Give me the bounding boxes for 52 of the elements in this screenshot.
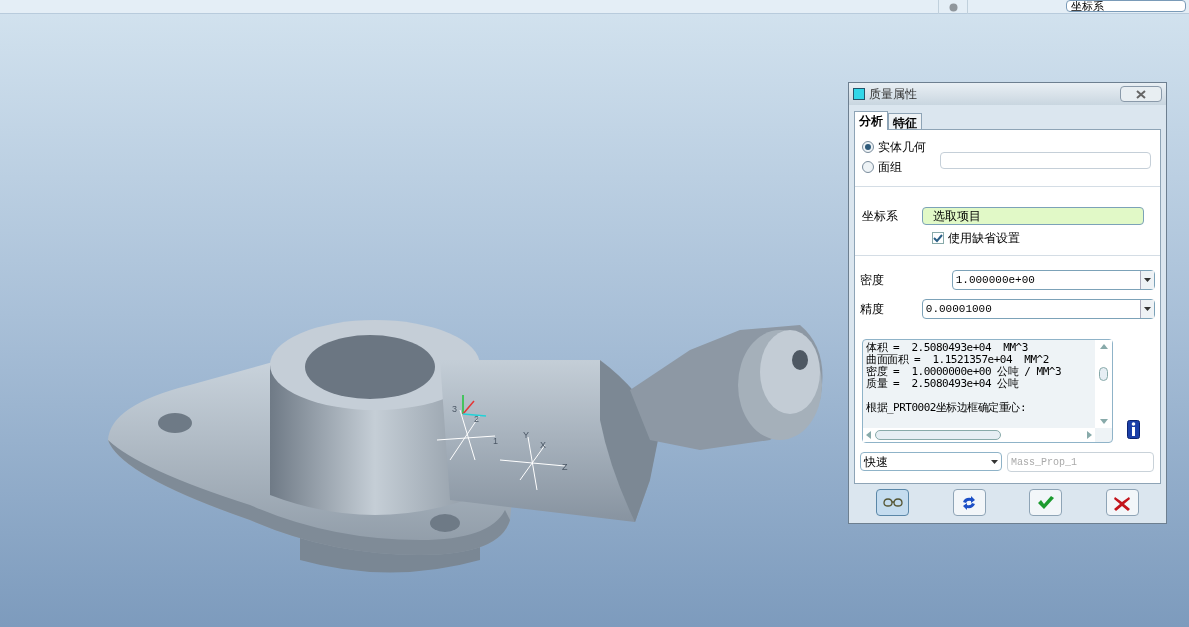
- tab[interactable]: 特征: [888, 113, 922, 129]
- name-field[interactable]: Mass_Prop_1: [1007, 452, 1154, 472]
- caret-icon: [1144, 278, 1151, 282]
- field-label: 密度: [860, 272, 885, 289]
- precision-dropdown[interactable]: 0.00001000: [921, 299, 1155, 319]
- field-label: 坐标系: [862, 208, 899, 225]
- toolbar-button[interactable]: [876, 489, 909, 516]
- checkbox-label: 使用缺省设置: [948, 230, 1020, 247]
- dialog-title: 质量属性: [869, 86, 917, 103]
- toolbar-field[interactable]: 坐标系: [1066, 0, 1186, 12]
- axis-label: 2: [474, 414, 479, 424]
- horizontal-scrollbar[interactable]: [863, 428, 1095, 442]
- scroll-down-icon[interactable]: [1099, 419, 1108, 424]
- result-line: 质量 = 2.5080493e+04 公吨: [866, 378, 1020, 390]
- density-dropdown[interactable]: 1.000000e+00: [951, 270, 1155, 290]
- scroll-right-icon[interactable]: [1087, 431, 1092, 439]
- tab[interactable]: 分析: [854, 111, 888, 130]
- scroll-up-icon[interactable]: [1099, 344, 1108, 349]
- vertical-scrollbar[interactable]: [1095, 340, 1112, 428]
- caret-icon: [991, 459, 998, 464]
- radio-button[interactable]: [862, 141, 874, 153]
- axis-label: 1: [493, 436, 498, 446]
- radio-label: 实体几何: [878, 139, 926, 156]
- axis-label: Z: [562, 462, 568, 472]
- close-button[interactable]: [1120, 86, 1162, 102]
- selection-field[interactable]: 选取项目: [922, 207, 1144, 225]
- radio-button[interactable]: [862, 161, 874, 173]
- result-line: 体积 = 2.5080493e+04 MM^3: [866, 342, 1029, 354]
- mode-dropdown[interactable]: 快速: [860, 452, 1002, 471]
- scroll-left-icon[interactable]: [866, 431, 871, 439]
- checkbox[interactable]: [932, 232, 944, 244]
- axis-label: 3: [452, 404, 457, 414]
- result-line: 曲面面积 = 1.1521357e+04 MM^2: [866, 354, 1050, 366]
- radio-label: 面组: [878, 159, 902, 176]
- toolbar-button[interactable]: [1105, 489, 1139, 516]
- axis-label: Y: [523, 430, 529, 440]
- scroll-thumb[interactable]: [1099, 367, 1108, 381]
- caret-icon: [1144, 307, 1151, 311]
- toolbar-button[interactable]: [952, 489, 986, 516]
- quilt-field[interactable]: [940, 152, 1151, 169]
- axis-triad-drawing: [462, 394, 487, 417]
- result-line: 根据_PRT0002坐标边框确定重心:: [866, 402, 1028, 414]
- coordinate-axes-drawing: [499, 436, 566, 491]
- result-line: 密度 = 1.0000000e+00 公吨 / MM^3: [866, 366, 1063, 378]
- axis-label: X: [540, 440, 546, 450]
- toolbar-button[interactable]: [1029, 489, 1063, 516]
- cube-icon: [853, 88, 865, 100]
- close-icon: [1136, 89, 1146, 99]
- sphere-icon[interactable]: [948, 2, 958, 12]
- scroll-thumb[interactable]: [875, 430, 1001, 440]
- field-label: 精度: [860, 301, 885, 318]
- info-icon[interactable]: [1127, 420, 1140, 439]
